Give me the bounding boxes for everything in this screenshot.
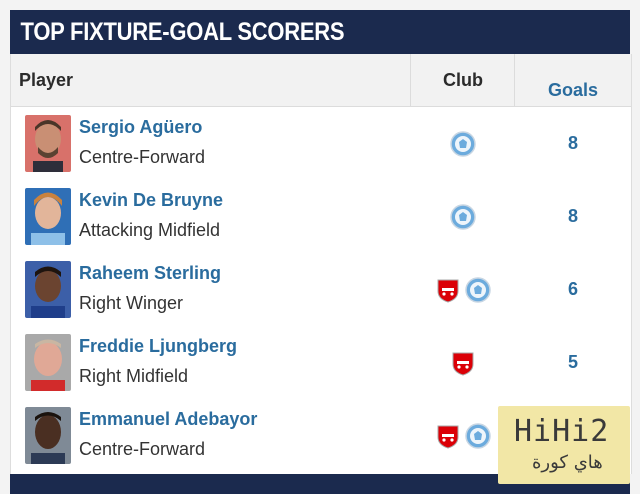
player-position: Right Midfield (79, 366, 189, 386)
player-photo-sterling (25, 261, 71, 318)
player-name[interactable]: Emmanuel Adebayor (79, 409, 257, 430)
column-header-player[interactable]: Player (19, 54, 73, 106)
page-title: Top Fixture-Goal Scorers (20, 17, 345, 46)
man-city-crest-icon[interactable] (450, 130, 476, 157)
page: Top Fixture-Goal Scorers Player Club Goa… (0, 0, 640, 494)
man-city-crest-icon[interactable] (465, 422, 491, 449)
player-position: Attacking Midfield (79, 220, 221, 240)
player-name[interactable]: Freddie Ljungberg (79, 336, 237, 357)
player-photo-adebayor (25, 407, 71, 464)
player-name[interactable]: Sergio Agüero (79, 117, 202, 138)
table-row[interactable]: Kevin De Bruyne Attacking Midfield 8 (11, 180, 631, 254)
player-photo-aguero (25, 115, 71, 172)
table-row[interactable]: Raheem Sterling Right Winger 6 (11, 253, 631, 327)
table-row[interactable]: Sergio Agüero Centre-Forward 8 (11, 107, 631, 181)
title-banner: Top Fixture-Goal Scorers (10, 10, 630, 54)
club-cell (411, 326, 515, 399)
player-position: Centre-Forward (79, 439, 206, 459)
goals-value: 8 (567, 206, 578, 226)
club-cell (411, 180, 515, 253)
player-name[interactable]: Kevin De Bruyne (79, 190, 223, 211)
watermark-logo: HiHi2 هاي كورة (498, 406, 630, 484)
goals-value: 8 (567, 133, 578, 153)
player-position: Centre-Forward (79, 147, 206, 167)
arsenal-crest-icon[interactable] (435, 423, 461, 449)
man-city-crest-icon[interactable] (450, 203, 476, 230)
arsenal-crest-icon[interactable] (450, 350, 476, 376)
player-position: Right Winger (79, 293, 184, 313)
watermark-arabic: هاي كورة (532, 452, 603, 473)
goals-value: 5 (567, 352, 578, 372)
club-cell (411, 107, 515, 180)
arsenal-crest-icon[interactable] (435, 277, 461, 303)
goals-value: 6 (567, 279, 578, 299)
table-row[interactable]: Freddie Ljungberg Right Midfield 5 (11, 326, 631, 400)
player-photo-de-bruyne (25, 188, 71, 245)
column-header-club[interactable]: Club (411, 54, 515, 106)
man-city-crest-icon[interactable] (465, 276, 491, 303)
watermark-text: HiHi2 (514, 414, 610, 449)
player-photo-ljungberg (25, 334, 71, 391)
player-name[interactable]: Raheem Sterling (79, 263, 221, 284)
table-header: Player Club Goals (11, 54, 631, 107)
club-cell (411, 253, 515, 326)
